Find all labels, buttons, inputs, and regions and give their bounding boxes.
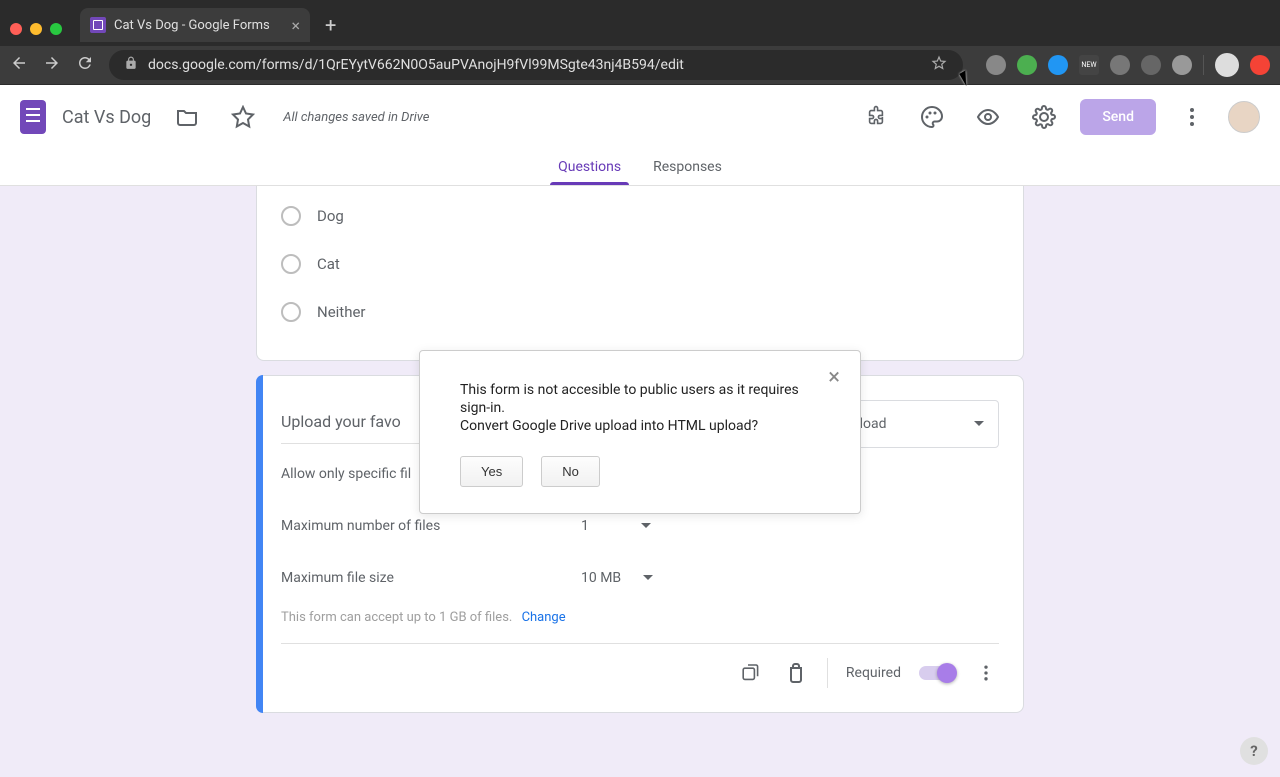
browser-chrome: Cat Vs Dog - Google Forms × + docs.googl… <box>0 0 1280 85</box>
extension-green-icon[interactable] <box>1017 55 1037 75</box>
dialog-message: This form is not accesible to public use… <box>460 381 820 436</box>
forms-tabs: Questions Responses <box>0 149 1280 186</box>
delete-icon[interactable] <box>783 660 809 686</box>
minimize-window-button[interactable] <box>30 23 42 35</box>
accept-note: This form can accept up to 1 GB of files… <box>281 604 999 643</box>
change-link[interactable]: Change <box>522 610 566 625</box>
dialog-yes-button[interactable]: Yes <box>460 456 523 487</box>
dropdown-caret-icon <box>974 419 984 429</box>
window-controls <box>10 23 62 35</box>
extension-gray1-icon[interactable] <box>1110 55 1130 75</box>
option-label: Dog <box>317 207 344 225</box>
close-window-button[interactable] <box>10 23 22 35</box>
required-toggle[interactable] <box>919 666 955 680</box>
dropdown-caret-icon <box>641 521 651 531</box>
tab-bar: Cat Vs Dog - Google Forms × + <box>80 8 336 42</box>
extension-divider <box>1203 55 1204 75</box>
back-button[interactable] <box>10 54 28 76</box>
browser-profile-avatar[interactable] <box>1215 53 1239 77</box>
bookmark-star-icon[interactable] <box>930 54 948 76</box>
required-label: Required <box>846 665 901 681</box>
setting-label: Maximum number of files <box>281 518 581 534</box>
radio-icon <box>281 254 301 274</box>
option-label: Cat <box>317 255 340 273</box>
max-files-dropdown[interactable]: 1 <box>581 518 651 534</box>
question-footer: Required <box>281 643 999 688</box>
settings-gear-icon[interactable] <box>1024 97 1064 137</box>
extension-drive-icon[interactable] <box>986 55 1006 75</box>
extension-red-icon[interactable] <box>1250 55 1270 75</box>
google-forms-logo-icon[interactable] <box>20 100 46 134</box>
duplicate-icon[interactable] <box>739 660 765 686</box>
move-to-folder-icon[interactable] <box>167 97 207 137</box>
dropdown-caret-icon <box>643 573 653 583</box>
dialog-close-icon[interactable]: × <box>828 365 840 390</box>
option-row[interactable]: Neither <box>281 288 999 336</box>
url-text: docs.google.com/forms/d/1QrEYytV662N0O5a… <box>148 57 920 73</box>
save-status: All changes saved in Drive <box>283 110 429 125</box>
forms-header: Cat Vs Dog All changes saved in Drive Se… <box>0 85 1280 149</box>
help-button[interactable]: ? <box>1240 737 1268 765</box>
question-more-icon[interactable] <box>973 660 999 686</box>
dialog-no-button[interactable]: No <box>541 456 600 487</box>
footer-divider <box>827 658 828 688</box>
option-row[interactable]: Cat <box>281 240 999 288</box>
extension-gray3-icon[interactable] <box>1172 55 1192 75</box>
address-bar[interactable]: docs.google.com/forms/d/1QrEYytV662N0O5a… <box>109 50 963 80</box>
addons-icon[interactable] <box>856 97 896 137</box>
new-tab-button[interactable]: + <box>325 13 336 37</box>
confirm-dialog: × This form is not accesible to public u… <box>419 350 861 514</box>
forms-favicon-icon <box>90 17 106 33</box>
max-size-row: Maximum file size 10 MB <box>281 552 999 604</box>
extension-new-badge[interactable]: NEW <box>1079 55 1099 75</box>
option-label: Neither <box>317 303 366 321</box>
nav-bar: docs.google.com/forms/d/1QrEYytV662N0O5a… <box>0 46 1280 84</box>
tab-title: Cat Vs Dog - Google Forms <box>114 18 283 33</box>
extension-blue-icon[interactable] <box>1048 55 1068 75</box>
radio-icon <box>281 302 301 322</box>
forward-button[interactable] <box>43 54 61 76</box>
preview-icon[interactable] <box>968 97 1008 137</box>
multiple-choice-card: Dog Cat Neither <box>256 186 1024 361</box>
radio-icon <box>281 206 301 226</box>
more-options-icon[interactable] <box>1172 97 1212 137</box>
option-row[interactable]: Dog <box>281 192 999 240</box>
document-title[interactable]: Cat Vs Dog <box>62 107 151 128</box>
maximize-window-button[interactable] <box>50 23 62 35</box>
tab-questions[interactable]: Questions <box>554 149 625 185</box>
account-avatar[interactable] <box>1228 101 1260 133</box>
browser-tab-active[interactable]: Cat Vs Dog - Google Forms × <box>80 8 310 42</box>
star-document-icon[interactable] <box>223 97 263 137</box>
reload-button[interactable] <box>76 54 94 76</box>
extension-gray2-icon[interactable] <box>1141 55 1161 75</box>
max-size-dropdown[interactable]: 10 MB <box>581 570 653 586</box>
customize-theme-icon[interactable] <box>912 97 952 137</box>
send-button[interactable]: Send <box>1080 99 1156 135</box>
tab-close-icon[interactable]: × <box>291 16 300 35</box>
lock-icon <box>124 56 138 74</box>
tab-responses[interactable]: Responses <box>649 149 726 185</box>
setting-label: Maximum file size <box>281 570 581 586</box>
extension-icons: NEW <box>986 53 1270 77</box>
